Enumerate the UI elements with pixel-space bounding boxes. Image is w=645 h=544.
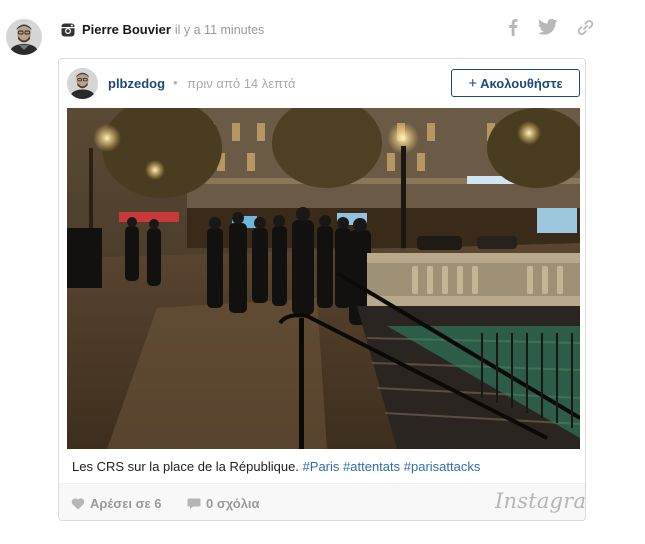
facebook-icon[interactable] — [508, 18, 518, 36]
post-header: Pierre Bouvier il y a 11 minutes — [61, 21, 264, 39]
post-time[interactable]: il y a 11 minutes — [175, 21, 264, 39]
caption-text: Les CRS sur la place de la République. — [72, 459, 299, 474]
instagram-embed: plbzedog • πριν από 14 λεπτά + Ακολουθήσ… — [58, 58, 586, 521]
hashtag-link[interactable]: #Paris — [303, 459, 340, 474]
instagram-logo[interactable]: Instagram — [495, 489, 585, 513]
follow-label: Ακολουθήστε — [480, 75, 563, 91]
embed-user-avatar[interactable] — [67, 68, 98, 99]
link-icon[interactable] — [577, 19, 594, 36]
comments-link[interactable]: 0 σχόλια — [187, 496, 260, 511]
follow-button[interactable]: + Ακολουθήστε — [451, 69, 580, 97]
hashtag-link[interactable]: #parisattacks — [404, 459, 481, 474]
post-caption: Les CRS sur la place de la République. #… — [72, 459, 480, 474]
heart-icon — [71, 498, 85, 510]
likes-link[interactable]: Αρέσει σε 6 — [71, 496, 162, 511]
embed-footer: Αρέσει σε 6 0 σχόλια Instagram — [59, 483, 585, 520]
twitter-icon[interactable] — [538, 18, 558, 36]
author-avatar[interactable] — [6, 19, 42, 55]
author-name[interactable]: Pierre Bouvier — [82, 21, 171, 39]
plus-icon: + — [468, 74, 478, 92]
post-photo[interactable] — [67, 108, 580, 449]
likes-count: Αρέσει σε 6 — [90, 496, 162, 511]
embed-username[interactable]: plbzedog — [108, 76, 165, 91]
comments-count: 0 σχόλια — [206, 496, 260, 511]
instagram-icon — [61, 23, 75, 37]
hashtag-link[interactable]: #attentats — [343, 459, 400, 474]
embed-time[interactable]: πριν από 14 λεπτά — [187, 76, 296, 91]
separator-dot: • — [173, 75, 178, 90]
comment-icon — [187, 498, 201, 509]
